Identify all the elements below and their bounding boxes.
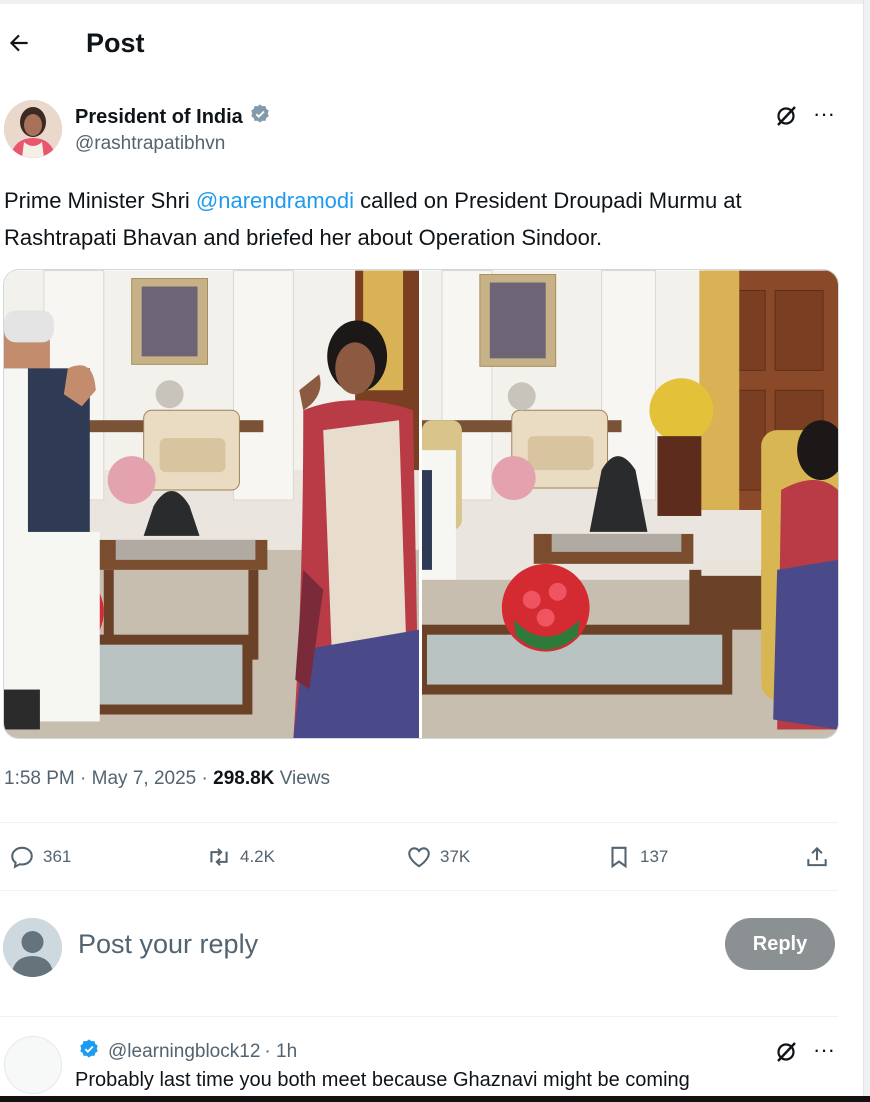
meta-separator: · xyxy=(80,768,87,789)
page-header: Post xyxy=(0,22,860,66)
author-name-text[interactable]: President of India xyxy=(75,106,243,129)
post-photo-1[interactable] xyxy=(4,270,419,739)
author-name-row[interactable]: President of India xyxy=(75,103,271,131)
post-text: Prime Minister Shri @narendramodi called… xyxy=(4,182,849,256)
post-meta: 1:58 PM · May 7, 2025 · 298.8K Views xyxy=(4,768,330,790)
reply-count: 361 xyxy=(43,847,72,866)
reply-input[interactable]: Post your reply xyxy=(78,929,258,960)
repost-count: 4.2K xyxy=(240,847,275,866)
author-name[interactable]: President of India xyxy=(75,103,271,131)
window-frame-top xyxy=(0,0,870,4)
page-title: Post xyxy=(86,28,145,58)
heart-icon xyxy=(408,847,430,868)
share-icon xyxy=(807,846,827,867)
views-count: 298.8K xyxy=(213,768,275,789)
meta-separator: · xyxy=(201,768,208,789)
repost-action[interactable]: 4.2K xyxy=(206,844,275,870)
action-bar: 361 4.2K 37K 137 xyxy=(0,836,840,880)
verified-badge-icon xyxy=(78,1038,100,1066)
views-label: Views xyxy=(279,768,331,789)
like-action[interactable]: 37K xyxy=(406,844,470,870)
grok-icon[interactable] xyxy=(774,104,798,128)
post-text-prefix: Prime Minister Shri xyxy=(4,188,196,213)
author-avatar[interactable] xyxy=(4,100,62,158)
bookmark-icon xyxy=(611,846,627,869)
like-count: 37K xyxy=(440,847,471,866)
verified-badge-icon xyxy=(249,103,271,131)
commenter-avatar[interactable] xyxy=(4,1036,62,1094)
user-avatar[interactable] xyxy=(3,918,62,977)
comment-time[interactable]: · 1h xyxy=(264,1041,297,1063)
repost-icon xyxy=(210,848,228,866)
grok-icon[interactable] xyxy=(774,1040,798,1064)
arrow-left-icon[interactable] xyxy=(6,30,32,56)
more-options-icon[interactable]: ··· xyxy=(810,1036,838,1064)
mention-link[interactable]: @narendramodi xyxy=(196,188,354,213)
scrollbar-track[interactable] xyxy=(863,0,870,1102)
divider xyxy=(0,890,838,891)
window-frame-bottom xyxy=(0,1096,870,1102)
reply-action[interactable]: 361 xyxy=(9,844,71,870)
bookmark-count: 137 xyxy=(640,847,669,866)
commenter-handle[interactable]: @learningblock12 xyxy=(108,1041,260,1063)
more-options-icon[interactable]: ··· xyxy=(810,100,838,128)
reply-icon xyxy=(11,846,33,869)
comment-text: Probably last time you both meet because… xyxy=(75,1069,690,1091)
share-action[interactable] xyxy=(804,844,830,870)
post-media[interactable] xyxy=(3,269,839,739)
comment-header: @learningblock12 · 1h xyxy=(78,1038,297,1066)
post-time[interactable]: 1:58 PM xyxy=(4,768,75,789)
divider xyxy=(0,822,838,823)
post-photo-2[interactable] xyxy=(422,270,838,739)
bookmark-action[interactable]: 137 xyxy=(606,844,668,870)
post-date[interactable]: May 7, 2025 xyxy=(92,768,197,789)
reply-button[interactable]: Reply xyxy=(725,918,835,970)
divider xyxy=(0,1016,838,1017)
author-handle[interactable]: @rashtrapatibhvn xyxy=(75,133,225,155)
